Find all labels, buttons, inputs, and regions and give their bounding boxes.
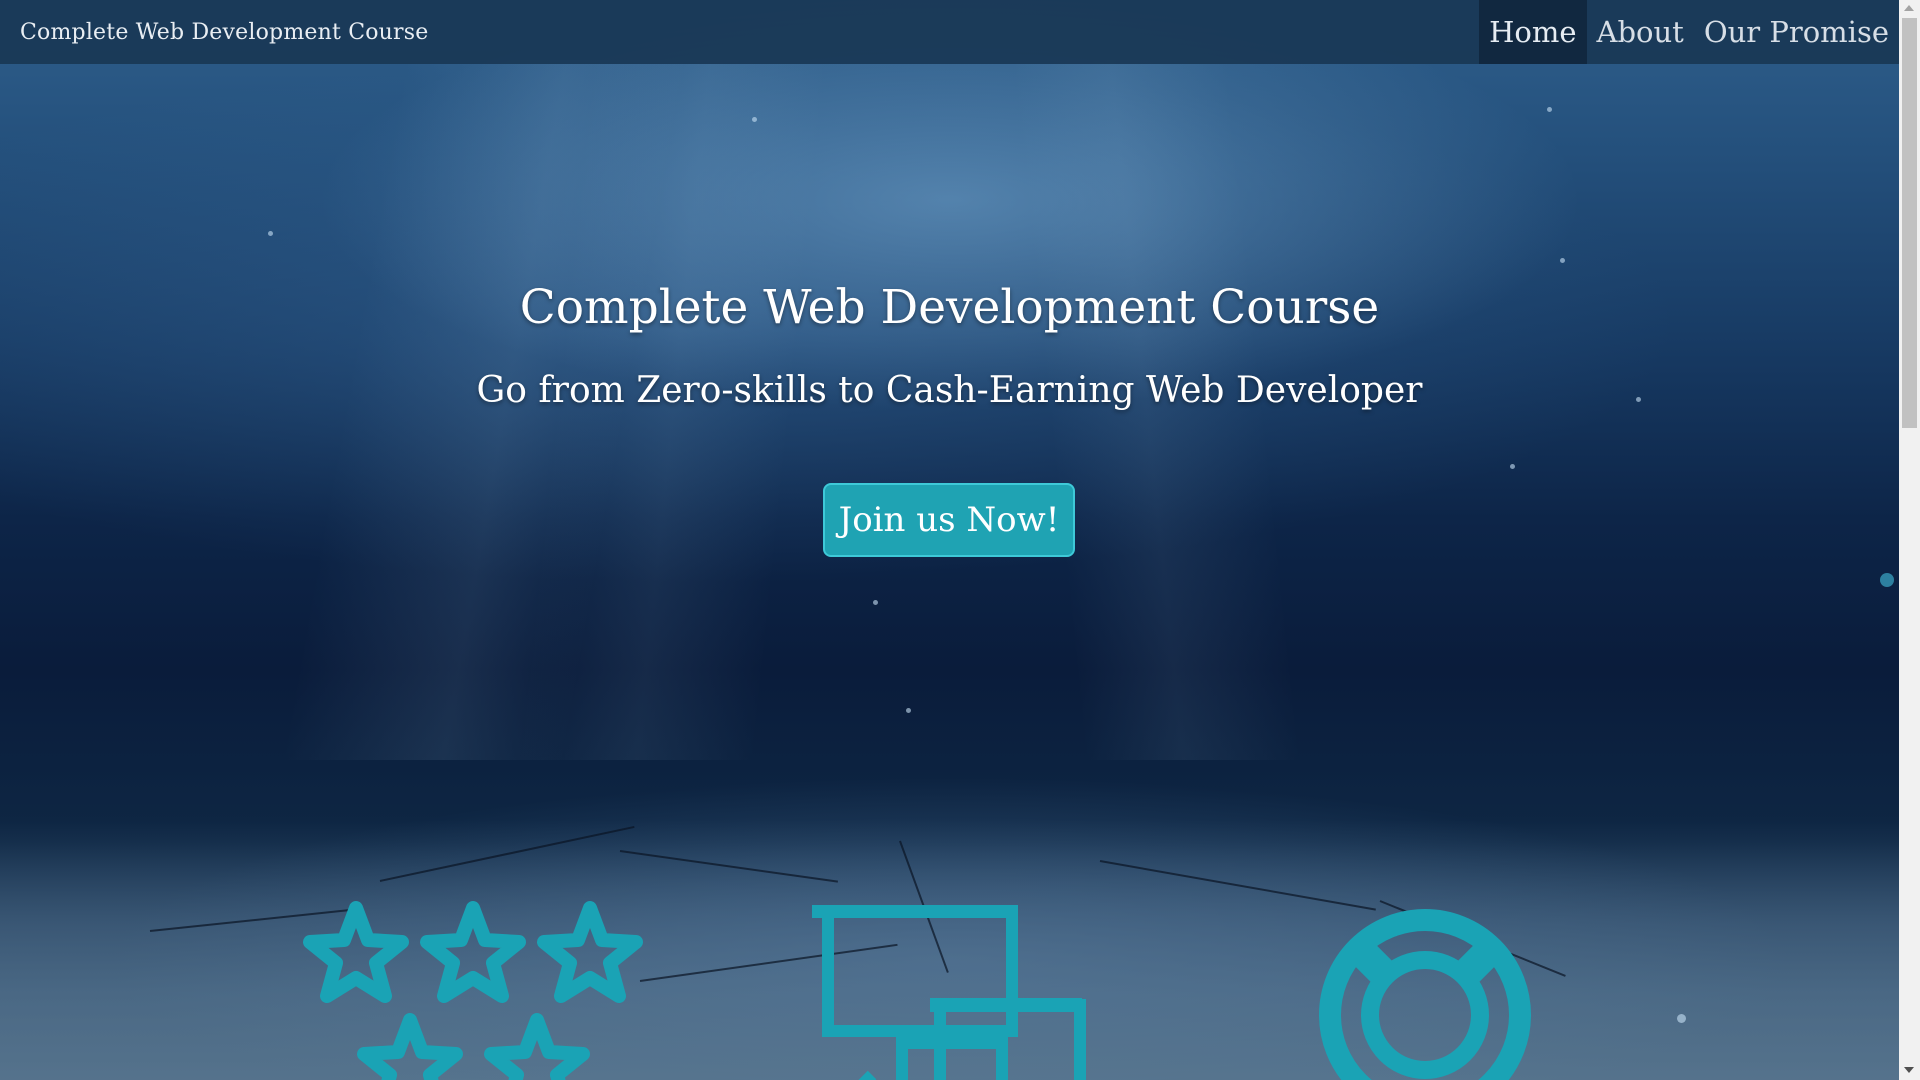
- nav-links: Home About Our Promise: [1479, 0, 1899, 64]
- particle: [1677, 1014, 1686, 1023]
- navbar: Complete Web Development Course Home Abo…: [0, 0, 1899, 64]
- nav-item-our-promise[interactable]: Our Promise: [1694, 0, 1899, 64]
- scroll-down-icon[interactable]: [1904, 1067, 1914, 1073]
- particle: [1510, 464, 1515, 469]
- life-ring-icon: [1319, 909, 1531, 1080]
- particle: [1547, 107, 1552, 112]
- scroll-up-icon[interactable]: [1904, 5, 1914, 11]
- particle: [906, 708, 911, 713]
- nav-item-about[interactable]: About: [1587, 0, 1694, 64]
- page: Complete Web Development Course Home Abo…: [0, 0, 1920, 1080]
- join-us-button[interactable]: Join us Now!: [823, 483, 1075, 557]
- particle: [873, 600, 878, 605]
- particle: [1560, 258, 1565, 263]
- nav-item-home[interactable]: Home: [1479, 0, 1587, 64]
- hero-subtitle: Go from Zero-skills to Cash-Earning Web …: [476, 370, 1423, 411]
- brand-link[interactable]: Complete Web Development Course: [20, 20, 428, 45]
- scrollbar-thumb[interactable]: [1902, 18, 1917, 428]
- particle: [268, 231, 273, 236]
- page-scrollbar[interactable]: [1899, 0, 1920, 1080]
- windows-icon: [812, 905, 1086, 1080]
- stars-icon: [303, 901, 643, 1080]
- hero-title: Complete Web Development Course: [519, 280, 1380, 335]
- particle: [1880, 573, 1894, 587]
- particle: [752, 117, 757, 122]
